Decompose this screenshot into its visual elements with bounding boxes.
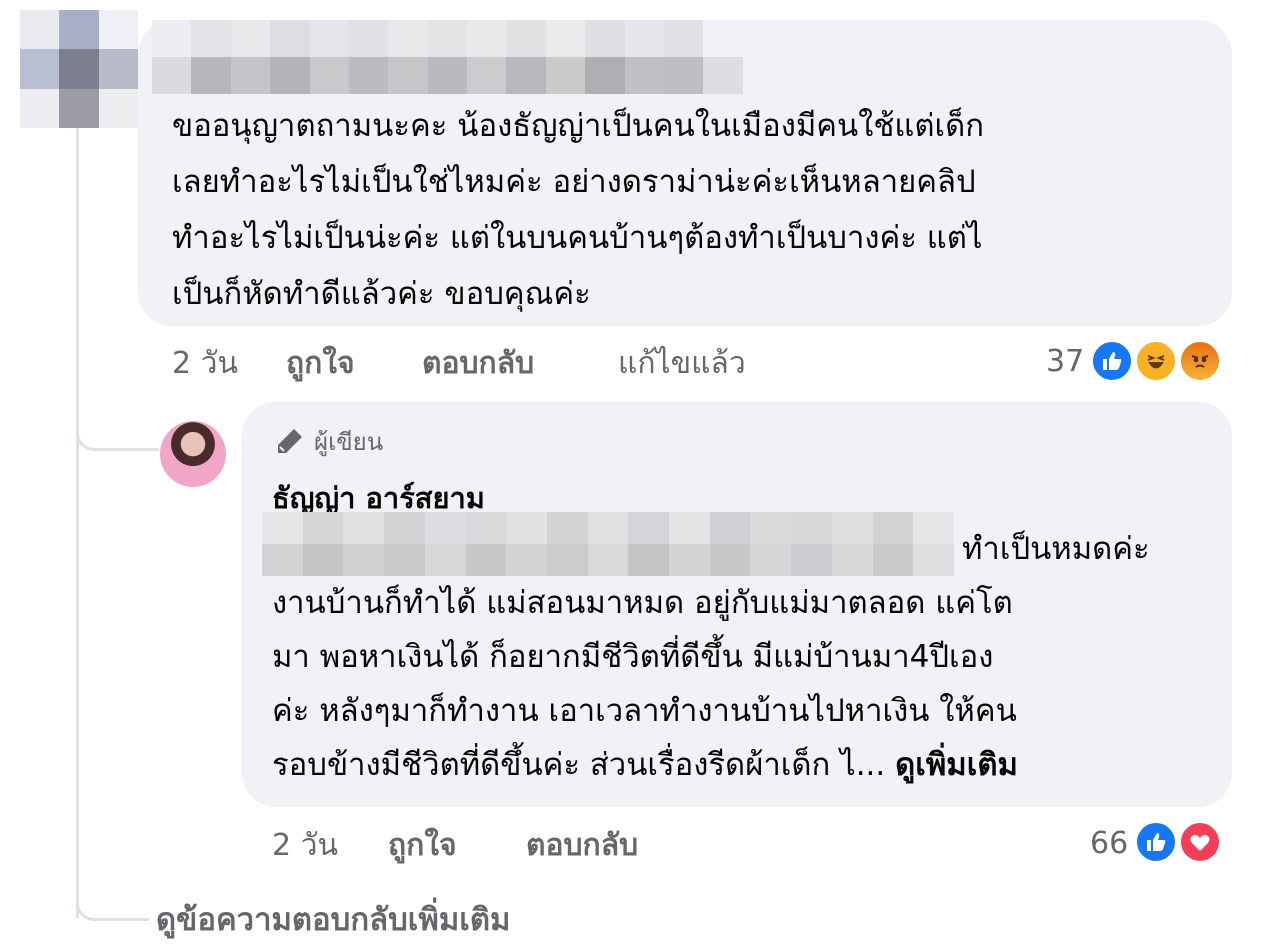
- reply-text-censored: [262, 512, 954, 576]
- commenter-name-censored: [152, 20, 782, 94]
- view-more-replies-link[interactable]: ดูข้อความตอบกลับเพิ่มเติม: [156, 896, 510, 944]
- like-icon: [1134, 820, 1178, 864]
- comment-time[interactable]: 2 วัน: [172, 342, 238, 386]
- reaction-count[interactable]: 37: [1046, 340, 1084, 384]
- author-badge: ผู้เขียน: [272, 422, 383, 462]
- comment-actions: 2 วัน ถูกใจ ตอบกลับ แก้ไขแล้ว: [172, 342, 872, 386]
- angry-icon: [1178, 339, 1222, 383]
- like-icon: [1090, 339, 1134, 383]
- reply-text-line1-end: ทำเป็นหมดค่ะ: [962, 531, 1150, 567]
- reply-reply-button[interactable]: ตอบกลับ: [526, 824, 638, 868]
- reply-time[interactable]: 2 วัน: [272, 824, 338, 868]
- reply-button[interactable]: ตอบกลับ: [422, 342, 534, 386]
- thread-connector: [76, 400, 159, 451]
- author-avatar[interactable]: [160, 421, 226, 487]
- commenter-avatar[interactable]: [20, 10, 138, 128]
- thread-connector: [76, 870, 149, 921]
- haha-icon: [1134, 339, 1178, 383]
- like-button[interactable]: ถูกใจ: [286, 342, 355, 386]
- edited-label: แก้ไขแล้ว: [618, 346, 746, 381]
- reply-like-button[interactable]: ถูกใจ: [388, 824, 457, 868]
- author-badge-label: ผู้เขียน: [314, 428, 384, 456]
- love-icon: [1178, 820, 1222, 864]
- pen-icon: [278, 429, 302, 453]
- see-more-link[interactable]: ดูเพิ่มเติม: [895, 747, 1018, 783]
- reply-text: งานบ้านก็ทำได้ แม่สอนมาหมด อยู่กับแม่มาต…: [272, 576, 1212, 792]
- reply-actions: 2 วัน ถูกใจ ตอบกลับ: [272, 824, 872, 868]
- reaction-icons[interactable]: [1088, 339, 1228, 387]
- reply-reaction-count[interactable]: 66: [1090, 822, 1128, 866]
- reply-reaction-icons[interactable]: [1132, 820, 1228, 868]
- comment-text: ขออนุญาตถามนะคะ น้องธัญญ่าเป็นคนในเมืองม…: [172, 108, 985, 312]
- thread-line: [76, 128, 79, 918]
